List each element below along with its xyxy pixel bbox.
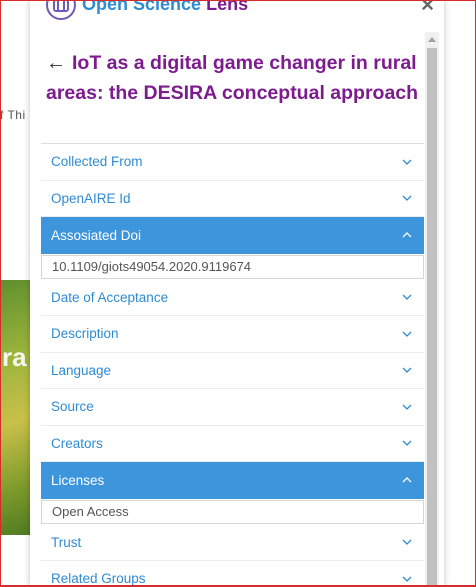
open-science-lens-logo-icon xyxy=(46,0,76,20)
side-panel: Open Science Lens × ← IoT as a digital ga… xyxy=(30,0,444,587)
chevron-down-icon xyxy=(402,157,412,167)
background-text: f Thi xyxy=(0,108,26,122)
field-row-language[interactable]: Language xyxy=(41,352,424,389)
field-label: OpenAIRE Id xyxy=(51,190,131,206)
scrollbar[interactable] xyxy=(425,32,439,587)
field-label: Trust xyxy=(51,534,82,550)
chevron-down-icon xyxy=(402,537,412,547)
field-label: Description xyxy=(51,326,119,342)
field-label: Collected From xyxy=(51,154,143,170)
back-arrow-icon[interactable]: ← xyxy=(46,52,66,74)
record-title-block: ← IoT as a digital game changer in rural … xyxy=(41,32,424,144)
brand-name: Open Science Lens xyxy=(82,0,248,15)
field-label: Language xyxy=(51,362,112,378)
field-row-date-of-acceptance[interactable]: Date of Acceptance xyxy=(41,279,424,316)
record-title: ← IoT as a digital game changer in rural … xyxy=(46,48,419,108)
chevron-down-icon xyxy=(402,365,412,375)
panel-header: Open Science Lens × xyxy=(30,0,444,22)
field-row-assosiated-doi[interactable]: Assosiated Doi xyxy=(41,217,424,254)
field-row-creators[interactable]: Creators xyxy=(41,425,424,462)
record-details: ← IoT as a digital game changer in rural … xyxy=(41,32,424,587)
chevron-down-icon xyxy=(402,438,412,448)
field-row-openaire-id[interactable]: OpenAIRE Id xyxy=(41,180,424,217)
field-label: Source xyxy=(51,399,94,415)
chevron-down-icon xyxy=(402,402,412,412)
field-label: Related Groups xyxy=(51,571,146,587)
background-image-text: ra xyxy=(2,342,27,372)
chevron-down-icon xyxy=(402,193,412,203)
field-value-assosiated-doi: 10.1109/giots49054.2020.9119674 xyxy=(41,254,424,279)
field-row-trust[interactable]: Trust xyxy=(41,524,424,561)
field-label: Licenses xyxy=(51,472,105,488)
scrollbar-thumb[interactable] xyxy=(427,48,437,587)
brand-name-part2: Lens xyxy=(206,0,249,14)
chevron-down-icon xyxy=(402,292,412,302)
field-label: Date of Acceptance xyxy=(51,289,169,305)
chevron-down-icon xyxy=(402,574,412,584)
field-row-description[interactable]: Description xyxy=(41,316,424,353)
chevron-up-icon xyxy=(402,230,412,240)
field-list: Collected From OpenAIRE Id Assosiated Doi 1… xyxy=(41,144,424,587)
brand-name-part1: Open Science xyxy=(82,0,202,14)
field-label: Assosiated Doi xyxy=(51,227,142,243)
field-label: Creators xyxy=(51,435,103,451)
background-image: ra xyxy=(0,280,34,535)
field-value-licenses: Open Access xyxy=(41,499,424,524)
chevron-up-icon xyxy=(402,475,412,485)
close-icon[interactable]: × xyxy=(421,0,434,16)
field-row-collected-from[interactable]: Collected From xyxy=(41,144,424,181)
scroll-up-icon[interactable] xyxy=(425,32,439,46)
chevron-down-icon xyxy=(402,329,412,339)
field-row-source[interactable]: Source xyxy=(41,389,424,426)
field-row-related-groups[interactable]: Related Groups xyxy=(41,561,424,587)
field-row-licenses[interactable]: Licenses xyxy=(41,462,424,499)
record-title-text: IoT as a digital game changer in rural a… xyxy=(46,52,419,104)
